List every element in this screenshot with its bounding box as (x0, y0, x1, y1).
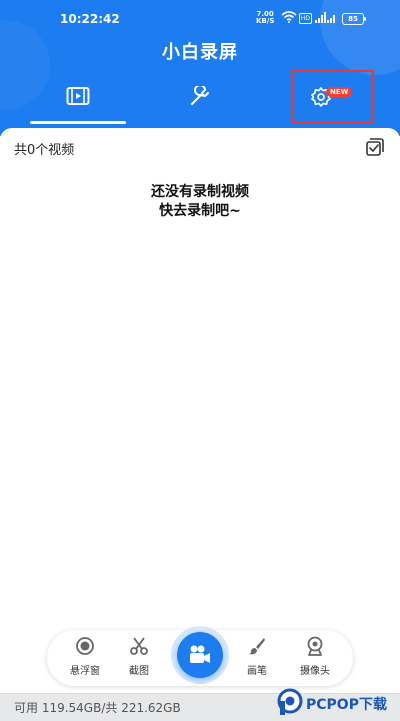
watermark-logo-icon (277, 688, 303, 715)
storage-text: 可用 119.54GB/共 221.62GB (14, 701, 181, 715)
film-icon (66, 87, 90, 105)
webcam-label: 摄像头 (300, 666, 330, 677)
floating-window-button[interactable]: 悬浮窗 (63, 636, 107, 677)
status-bar: 10:22:42 7.00 KB/S HD 85 (0, 0, 400, 36)
screenshot-button[interactable]: 截图 (117, 636, 161, 677)
video-count: 共0个视频 (14, 143, 75, 158)
tab-tools[interactable] (160, 80, 240, 120)
scissors-icon (130, 637, 148, 655)
webcam-icon (307, 636, 323, 656)
bottom-toolbar: 悬浮窗 截图 画笔 摄像头 (47, 626, 353, 686)
floating-window-label: 悬浮窗 (70, 666, 100, 677)
brush-icon (249, 638, 265, 655)
wrench-icon (191, 86, 209, 105)
network-speed: 7.00 KB/S (256, 10, 275, 25)
brush-label: 画笔 (247, 666, 267, 677)
watermark-text: PCPOP下载 (306, 697, 387, 713)
record-button[interactable] (177, 632, 223, 678)
tab-videos[interactable] (30, 80, 126, 124)
watermark: PCPOP下载 (276, 688, 400, 720)
app-title: 小白录屏 (162, 42, 238, 63)
multi-select-icon[interactable] (366, 138, 384, 156)
brush-button[interactable]: 画笔 (235, 636, 279, 677)
wifi-icon (281, 11, 297, 23)
webcam-button[interactable]: 摄像头 (293, 636, 337, 677)
hd-badge: HD (299, 13, 312, 24)
screenshot-label: 截图 (129, 666, 149, 677)
battery-indicator: 85 (342, 13, 366, 25)
settings-highlight-box (292, 70, 374, 123)
target-circle-icon (76, 637, 94, 655)
status-time: 10:22:42 (60, 12, 120, 26)
empty-state-message: 还没有录制视频 快去录制吧~ (151, 184, 249, 219)
signal-icon (315, 12, 335, 23)
active-tab-indicator (30, 121, 126, 124)
video-camera-icon (190, 645, 210, 663)
